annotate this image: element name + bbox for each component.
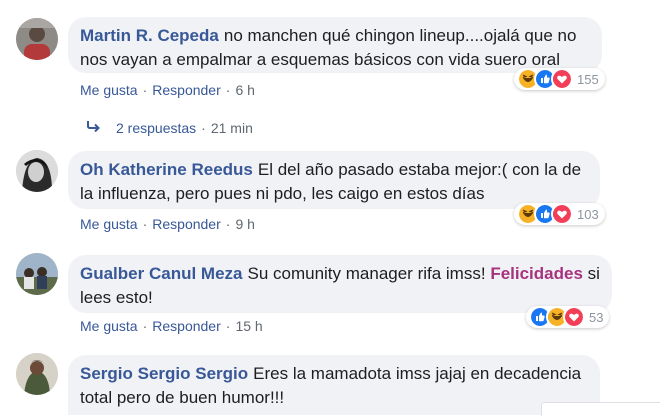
- comment-text: Su comunity manager rifa imss!: [247, 264, 486, 283]
- separator: ·: [142, 318, 148, 334]
- love-icon: [551, 203, 573, 225]
- avatar[interactable]: [16, 253, 58, 295]
- reaction-count: 53: [589, 309, 604, 325]
- reply-link[interactable]: Responder: [152, 216, 221, 232]
- like-link[interactable]: Me gusta: [80, 82, 138, 98]
- comment-author[interactable]: Oh Katherine Reedus: [80, 160, 253, 179]
- reaction-count: 155: [577, 71, 599, 87]
- avatar[interactable]: [16, 150, 58, 192]
- comment-actions: Me gusta · Responder · 9 h: [80, 216, 255, 232]
- like-link[interactable]: Me gusta: [80, 318, 138, 334]
- comment-time[interactable]: 15 h: [235, 318, 262, 334]
- replies-time: 21 min: [210, 119, 253, 136]
- comment-bubble: Sergio Sergio Sergio Eres la mamadota ims…: [68, 355, 600, 415]
- comment-actions: Me gusta · Responder · 15 h: [80, 318, 263, 334]
- comment-bubble: Gualber Canul Meza Su comunity manager ri…: [68, 255, 612, 313]
- reactions-summary[interactable]: 53: [526, 306, 610, 328]
- reply-link[interactable]: Responder: [152, 82, 221, 98]
- comment-author[interactable]: Sergio Sergio Sergio: [80, 364, 248, 383]
- reply-arrow-icon: [86, 119, 108, 136]
- replies-count-link[interactable]: 2 respuestas: [116, 120, 196, 136]
- reactions-summary[interactable]: 155: [514, 68, 605, 90]
- view-replies[interactable]: 2 respuestas · 21 min: [86, 119, 253, 136]
- separator: ·: [201, 119, 206, 136]
- comment-bubble: Martin R. Cepeda no manchen qué chingon l…: [68, 17, 602, 73]
- avatar[interactable]: [16, 18, 58, 60]
- avatar[interactable]: [16, 353, 58, 395]
- reaction-count: 103: [577, 206, 599, 222]
- love-icon: [551, 68, 573, 90]
- mention-link[interactable]: Felicidades: [490, 264, 583, 283]
- reply-link[interactable]: Responder: [152, 318, 221, 334]
- reactions-summary[interactable]: 103: [514, 203, 605, 225]
- comment-time[interactable]: 9 h: [235, 216, 254, 232]
- comment-bubble: Oh Katherine Reedus El del año pasado est…: [68, 151, 600, 209]
- comment-time[interactable]: 6 h: [235, 82, 254, 98]
- partial-panel: [541, 402, 660, 416]
- comment-author[interactable]: Gualber Canul Meza: [80, 264, 242, 283]
- separator: ·: [225, 82, 231, 98]
- separator: ·: [225, 216, 231, 232]
- separator: ·: [142, 216, 148, 232]
- comment-actions: Me gusta · Responder · 6 h: [80, 82, 255, 98]
- love-icon: [563, 306, 585, 328]
- separator: ·: [142, 82, 148, 98]
- comment-author[interactable]: Martin R. Cepeda: [80, 26, 219, 45]
- separator: ·: [225, 318, 231, 334]
- like-link[interactable]: Me gusta: [80, 216, 138, 232]
